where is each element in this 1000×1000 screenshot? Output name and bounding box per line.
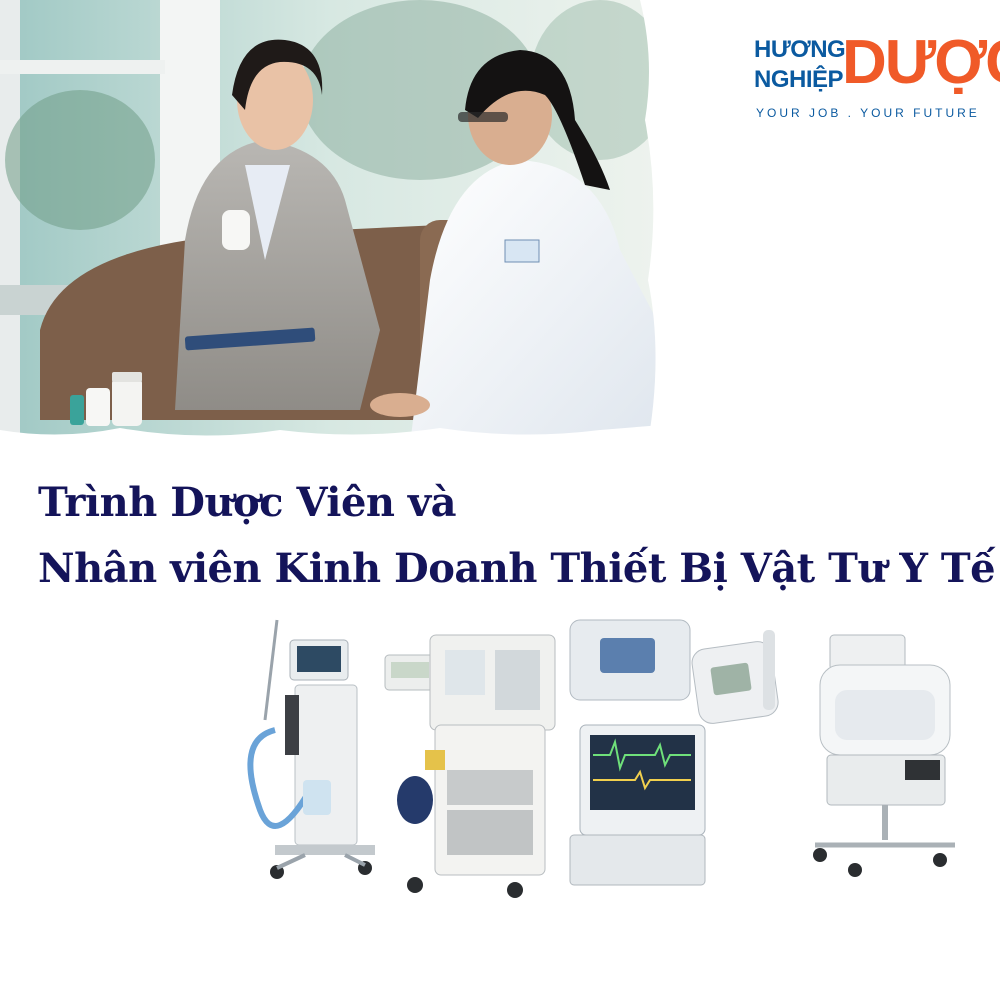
ventilator-machine (247, 619, 375, 879)
logo-word-huong: HƯƠNG (754, 36, 846, 63)
heading-line-1: Trình Dược Viên và (38, 479, 457, 526)
patient-monitor (569, 619, 706, 886)
pharma-rep-meeting-photo (0, 0, 662, 445)
page-heading: Trình Dược Viên và Nhân viên Kinh Doanh … (38, 470, 996, 602)
infant-incubator (813, 634, 955, 877)
portable-device (691, 630, 779, 724)
logo-tagline: YOUR JOB . YOUR FUTURE (756, 106, 980, 120)
heading-line-2: Nhân viên Kinh Doanh Thiết Bị Vật Tư Y T… (38, 545, 996, 592)
logo-word-nghiep: NGHIỆP (754, 66, 844, 93)
huong-nghiep-duoc-logo: HƯƠNG NGHIỆP DƯỢC YOUR JOB . YOUR FUTURE (754, 28, 1000, 128)
medical-equipment-image (215, 610, 990, 900)
logo-word-duoc: DƯỢC (842, 28, 1000, 97)
anesthesia-machine (384, 634, 556, 898)
